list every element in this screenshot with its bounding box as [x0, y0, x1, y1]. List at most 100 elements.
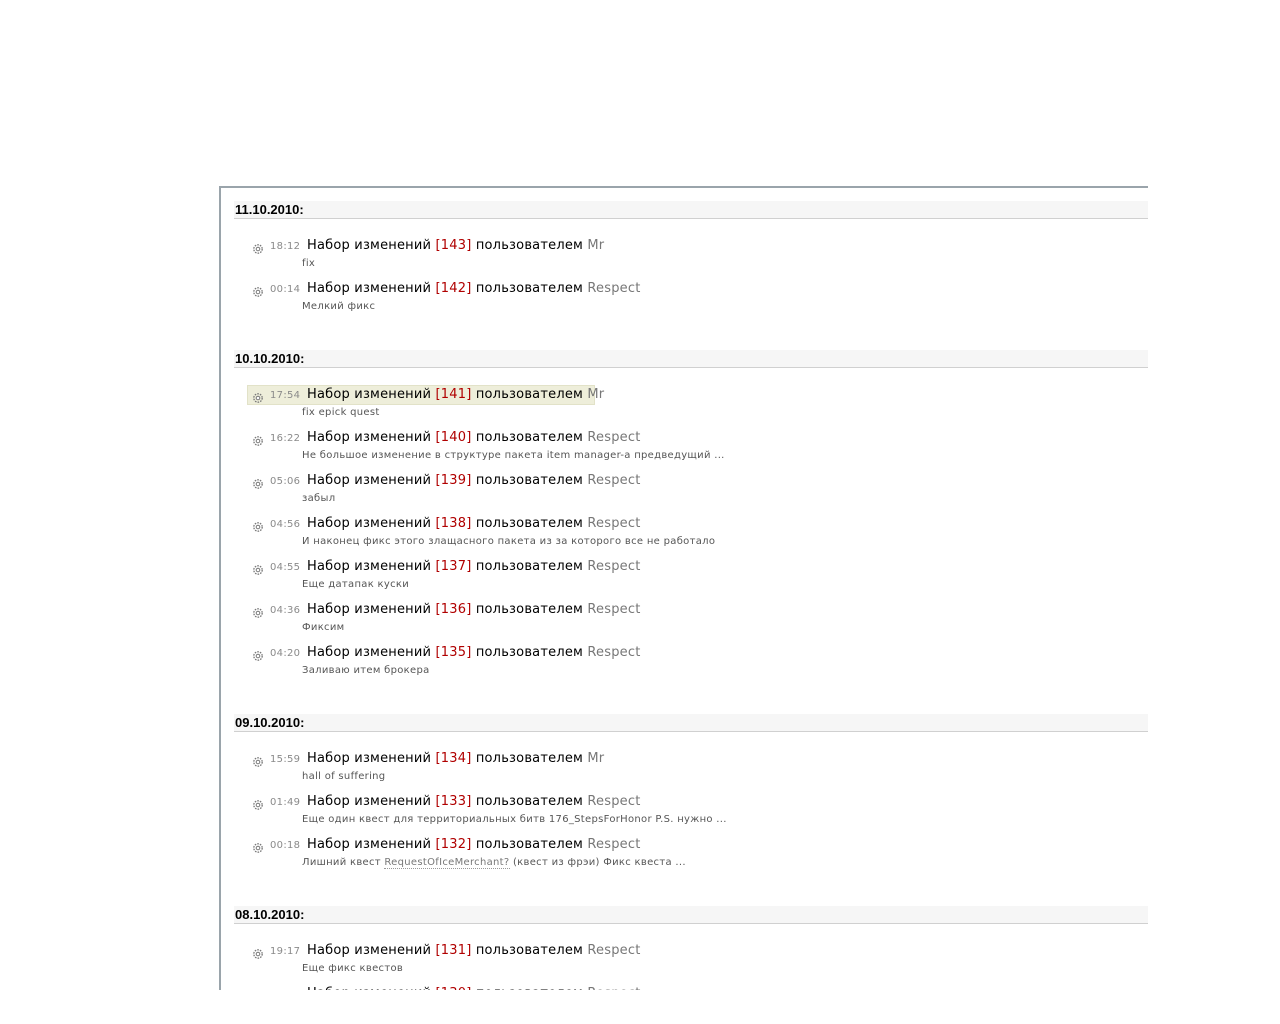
changeset-by: пользователем [475, 430, 584, 445]
changeset-icon [252, 604, 264, 618]
changeset-author: Respect [587, 430, 641, 445]
changeset-title-link[interactable]: Набор изменений [130] пользователем Resp… [307, 986, 641, 990]
entry-time: 19:17 [270, 946, 301, 957]
changeset-entry: 00:14 Набор изменений [142] пользователем… [221, 281, 1148, 324]
changeset-message: Фиксим [302, 622, 345, 633]
day-section: 09.10.2010: 15:59 Набор изменений [134] по… [221, 714, 1148, 880]
changeset-message: Еще датапак куски [302, 579, 410, 590]
day-header: 10.10.2010: [234, 350, 1148, 368]
changeset-message: Еще фикс квестов [302, 963, 404, 974]
changeset-title-link[interactable]: Набор изменений [138] пользователем Resp… [307, 516, 641, 531]
changeset-entry: 15:59 Набор изменений [134] пользователем… [221, 751, 1148, 794]
changeset-author: Respect [587, 559, 641, 574]
changeset-icon [252, 475, 264, 489]
entry-time: 04:20 [270, 648, 301, 659]
changeset-by: пользователем [475, 473, 584, 488]
changeset-icon [252, 796, 264, 810]
changeset-title-link[interactable]: Набор изменений [134] пользователем Mr [307, 751, 604, 766]
changeset-by: пользователем [475, 943, 584, 958]
changeset-revision[interactable]: [138] [436, 516, 472, 531]
day-section: 08.10.2010: 19:17 Набор изменений [131] по… [221, 906, 1148, 990]
changeset-message: Лишний квест RequestOfIceMerchant? (квес… [302, 857, 686, 869]
changeset-revision[interactable]: [134] [436, 751, 472, 766]
changeset-by: пользователем [475, 281, 584, 296]
changeset-by: пользователем [475, 387, 584, 402]
changeset-entry: 19:17 Набор изменений [131] пользователем… [221, 943, 1148, 986]
entry-time: 01:49 [270, 797, 301, 808]
changeset-author: Respect [587, 943, 641, 958]
changeset-message: Еще один квест для территориальных битв … [302, 814, 727, 825]
changeset-revision[interactable]: [131] [436, 943, 472, 958]
changeset-title-link[interactable]: Набор изменений [139] пользователем Resp… [307, 473, 641, 488]
changeset-prefix: Набор изменений [307, 986, 431, 990]
changeset-revision[interactable]: [139] [436, 473, 472, 488]
wiki-link[interactable]: RequestOfIceMerchant? [384, 857, 510, 869]
changeset-by: пользователем [475, 751, 584, 766]
changeset-prefix: Набор изменений [307, 751, 432, 766]
changeset-message: hall of suffering [302, 771, 386, 782]
changeset-revision[interactable]: [133] [436, 794, 472, 809]
changeset-revision[interactable]: [140] [436, 430, 472, 445]
changeset-revision[interactable]: [142] [436, 281, 472, 296]
timeline-panel: 11.10.2010: 18:12 Набор изменений [143] по… [219, 186, 1148, 990]
changeset-entry: 01:49 Набор изменений [133] пользователем… [221, 794, 1148, 837]
changeset-title-link[interactable]: Набор изменений [137] пользователем Resp… [307, 559, 641, 574]
changeset-message: забыл [302, 493, 336, 504]
changeset-message: И наконец фикс этого злащасного пакета и… [302, 536, 716, 547]
entry-time: 17:54 [270, 390, 301, 401]
changeset-icon [252, 283, 264, 297]
changeset-title-link[interactable]: Набор изменений [136] пользователем Resp… [307, 602, 641, 617]
changeset-author: Respect [587, 794, 641, 809]
changeset-prefix: Набор изменений [307, 238, 432, 253]
changeset-prefix: Набор изменений [307, 837, 432, 852]
entry-time: 15:59 [270, 754, 301, 765]
message-text: Лишний квест [302, 857, 385, 868]
changeset-title-link[interactable]: Набор изменений [140] пользователем Resp… [307, 430, 641, 445]
changeset-by: пользователем [475, 794, 584, 809]
changeset-title-link[interactable]: Набор изменений [132] пользователем Resp… [307, 837, 641, 852]
message-text: (квест из фрэи) Фикс квеста ... [509, 857, 686, 868]
changeset-by: пользователем [476, 986, 583, 990]
entry-time: 16:24 [270, 989, 300, 990]
day-header: 11.10.2010: [234, 201, 1148, 219]
changeset-title-link[interactable]: Набор изменений [141] пользователем Mr [307, 387, 604, 402]
changeset-author: Mr [587, 751, 605, 766]
changeset-revision[interactable]: [141] [436, 387, 472, 402]
changeset-title-link[interactable]: Набор изменений [135] пользователем Resp… [307, 645, 641, 660]
day-section: 11.10.2010: 18:12 Набор изменений [143] по… [221, 201, 1148, 324]
day-header: 09.10.2010: [234, 714, 1148, 732]
changeset-message: fix epick quest [302, 407, 380, 418]
changeset-icon [252, 561, 264, 575]
changeset-revision[interactable]: [136] [436, 602, 472, 617]
changeset-entry: 16:24 Набор изменений [130] пользователем… [221, 986, 1148, 990]
changeset-entry: 17:54 Набор изменений [141] пользователем… [221, 385, 1148, 430]
changeset-icon [252, 432, 264, 446]
changeset-message: Не большое изменение в структуре пакета … [302, 450, 725, 461]
changeset-entry: 04:36 Набор изменений [136] пользователем… [221, 602, 1148, 645]
changeset-title-link[interactable]: Набор изменений [131] пользователем Resp… [307, 943, 641, 958]
changeset-entry: 16:22 Набор изменений [140] пользователем… [221, 430, 1148, 473]
changeset-author: Respect [587, 473, 641, 488]
changeset-prefix: Набор изменений [307, 516, 432, 531]
changeset-prefix: Набор изменений [307, 943, 432, 958]
changeset-revision[interactable]: [132] [436, 837, 472, 852]
entry-time: 05:06 [270, 476, 301, 487]
changeset-icon [252, 988, 264, 990]
changeset-title-link[interactable]: Набор изменений [142] пользователем Resp… [307, 281, 641, 296]
changeset-message: Мелкий фикс [302, 301, 376, 312]
changeset-author: Respect [587, 281, 641, 296]
changeset-entry: 05:06 Набор изменений [139] пользователем… [221, 473, 1148, 516]
changeset-title-link[interactable]: Набор изменений [143] пользователем Mr [307, 238, 604, 253]
changeset-title-link[interactable]: Набор изменений [133] пользователем Resp… [307, 794, 641, 809]
changeset-prefix: Набор изменений [307, 387, 432, 402]
changeset-revision[interactable]: [135] [436, 645, 472, 660]
changeset-icon [252, 518, 264, 532]
changeset-revision[interactable]: [137] [436, 559, 472, 574]
changeset-by: пользователем [475, 559, 584, 574]
changeset-entry: 04:55 Набор изменений [137] пользователем… [221, 559, 1148, 602]
changeset-revision[interactable]: [143] [436, 238, 472, 253]
changeset-by: пользователем [475, 238, 584, 253]
entry-time: 00:14 [270, 284, 301, 295]
changeset-entry: 00:18 Набор изменений [132] пользователем… [221, 837, 1148, 880]
changeset-revision[interactable]: [130] [436, 986, 472, 990]
